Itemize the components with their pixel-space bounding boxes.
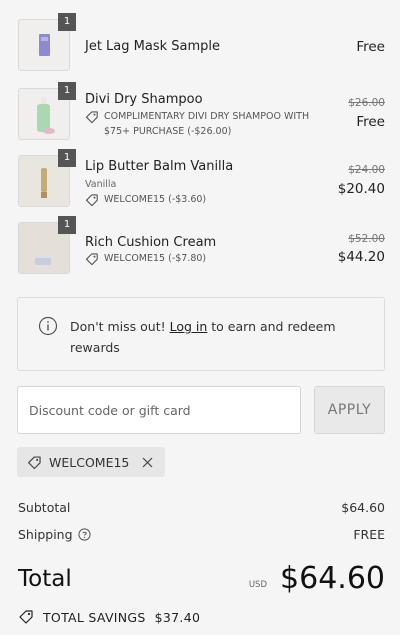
shipping-label-group: Shipping	[18, 527, 91, 542]
price-tag-icon	[19, 610, 33, 624]
item-name: Lip Butter Balm Vanilla	[85, 159, 234, 174]
product-thumbnail: 1	[18, 149, 76, 207]
tag-icon	[85, 111, 98, 124]
item-price: Free	[356, 114, 385, 130]
discount-text: WELCOME15 (-$7.80)	[104, 253, 207, 264]
discount-code-input[interactable]	[17, 386, 301, 434]
subtotal-label: Subtotal	[18, 500, 71, 515]
shipping-value: FREE	[353, 527, 385, 542]
tag-icon	[85, 194, 98, 207]
discount-text: COMPLIMENTARY DIVI DRY SHAMPOO WITH $75+…	[104, 111, 310, 137]
quantity-badge: 1	[58, 82, 76, 100]
currency-code: USD	[248, 580, 267, 590]
item-price: $20.40	[337, 181, 385, 197]
info-icon	[38, 316, 58, 336]
quantity-badge: 1	[58, 149, 76, 167]
item-name: Jet Lag Mask Sample	[85, 39, 221, 54]
item-discount: WELCOME15 (-$7.80)	[85, 251, 206, 266]
applied-code: WELCOME15	[49, 454, 130, 470]
savings-value: $37.40	[154, 609, 201, 625]
total-label: Total	[18, 566, 72, 592]
item-discount: COMPLIMENTARY DIVI DRY SHAMPOO WITH $75+…	[85, 109, 325, 139]
quantity-badge: 1	[58, 216, 76, 234]
savings-label: TOTAL SAVINGS	[43, 609, 146, 625]
original-price: $52.00	[348, 233, 385, 245]
applied-discount-chip: WELCOME15	[17, 447, 166, 477]
original-price: $26.00	[348, 97, 385, 109]
rewards-message: Don't miss out! Log in to earn and redee…	[70, 316, 372, 358]
original-price: $24.00	[348, 164, 385, 176]
item-name: Divi Dry Shampoo	[85, 92, 203, 107]
tag-icon	[85, 253, 98, 266]
login-link[interactable]: Log in	[170, 319, 208, 334]
total-value: $64.60	[280, 561, 385, 596]
item-variant: Vanilla	[85, 179, 117, 190]
shipping-row: Shipping FREE	[18, 527, 385, 542]
product-thumbnail: 1	[18, 82, 76, 140]
close-icon[interactable]	[142, 457, 153, 468]
subtotal-value: $64.60	[341, 500, 385, 515]
shipping-label: Shipping	[18, 527, 73, 542]
product-thumbnail: 1	[18, 13, 76, 71]
item-name: Rich Cushion Cream	[85, 235, 217, 250]
rewards-notice: Don't miss out! Log in to earn and redee…	[17, 297, 385, 371]
total-savings: TOTAL SAVINGS $37.40	[18, 609, 200, 625]
quantity-badge: 1	[58, 13, 76, 31]
notice-prefix: Don't miss out!	[70, 319, 170, 334]
item-price: $44.20	[337, 249, 385, 265]
help-circle-icon[interactable]	[77, 528, 91, 541]
product-thumbnail: 1	[18, 216, 76, 274]
tag-icon	[28, 455, 41, 469]
item-price: Free	[356, 39, 385, 55]
apply-button[interactable]: APPLY	[314, 386, 385, 434]
item-discount: WELCOME15 (-$3.60)	[85, 192, 206, 207]
discount-text: WELCOME15 (-$3.60)	[104, 194, 207, 205]
total-row: Total USD $64.60	[18, 556, 385, 596]
subtotal-row: Subtotal $64.60	[18, 500, 385, 515]
